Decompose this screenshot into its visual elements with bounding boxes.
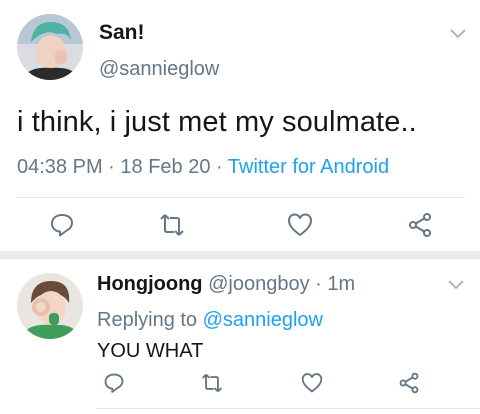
tweet-thread: San! @sannieglow i think, i just met my … — [0, 0, 480, 414]
tweet-source-link[interactable]: Twitter for Android — [228, 156, 389, 178]
reply-header: Hongjoong @joongboy · 1m — [97, 273, 355, 296]
replying-to-label: Replying to — [97, 309, 198, 331]
divider — [97, 408, 480, 409]
share-icon[interactable] — [398, 372, 420, 394]
share-icon[interactable] — [407, 212, 433, 238]
meta-separator: · — [315, 273, 322, 295]
chevron-down-icon[interactable] — [449, 27, 467, 39]
chevron-down-icon[interactable] — [447, 278, 465, 290]
meta-separator: · — [108, 156, 115, 178]
retweet-icon[interactable] — [201, 372, 223, 394]
tweet-date: 18 Feb 20 — [120, 156, 211, 178]
tweet-time: 04:38 PM — [17, 156, 103, 178]
thread-separator — [0, 251, 480, 259]
tweet-text: YOU WHAT — [97, 340, 204, 362]
display-name[interactable]: San! — [99, 21, 145, 45]
heart-icon[interactable] — [301, 372, 323, 394]
tweet-age: 1m — [327, 273, 356, 295]
user-handle[interactable]: @joongboy — [208, 273, 309, 295]
display-name[interactable]: Hongjoong — [97, 273, 203, 295]
replying-to: Replying to @sannieglow — [97, 309, 323, 332]
divider — [17, 197, 465, 198]
reply-icon[interactable] — [103, 372, 125, 394]
heart-icon[interactable] — [287, 212, 313, 238]
user-handle[interactable]: @sannieglow — [99, 58, 219, 81]
avatar[interactable] — [17, 14, 83, 80]
tweet-meta: 04:38 PM · 18 Feb 20 · Twitter for Andro… — [17, 156, 389, 179]
meta-separator: · — [216, 156, 223, 178]
reply-icon[interactable] — [49, 212, 75, 238]
avatar[interactable] — [17, 273, 83, 339]
mention-link[interactable]: @sannieglow — [203, 309, 323, 331]
retweet-icon[interactable] — [159, 212, 185, 238]
tweet-text: i think, i just met my soulmate.. — [17, 106, 417, 138]
